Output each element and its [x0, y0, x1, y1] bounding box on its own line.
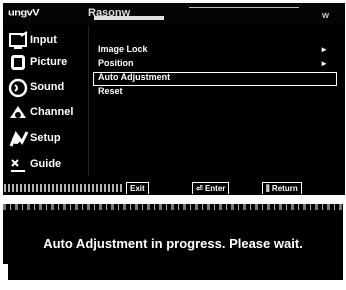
header-rule	[189, 7, 299, 8]
input-icon	[8, 30, 30, 52]
category-guide-label: Guide	[30, 158, 62, 170]
category-sound-label: Sound	[30, 81, 65, 93]
menu-item-label: Position	[98, 58, 134, 68]
menu-item-position[interactable]: Position ►	[94, 58, 336, 71]
category-picture-label: Picture	[30, 56, 68, 68]
menu-item-label: Image Lock	[98, 44, 148, 54]
osd-header-right-text: w	[322, 10, 330, 20]
return-icon: ⫼	[266, 184, 270, 193]
enter-button-label: Enter	[204, 184, 226, 193]
header-bar	[94, 16, 164, 20]
setup-icon	[8, 128, 30, 150]
osd-header-left-text: ungvV	[8, 7, 40, 19]
chevron-right-icon: ►	[320, 45, 328, 54]
enter-icon: ⏎	[196, 184, 203, 193]
osd-menu-panel: ungvV Rasonw w Input Picture Sound Chann…	[3, 3, 345, 195]
menu-item-image-lock[interactable]: Image Lock ►	[94, 44, 336, 57]
osd-header: ungvV Rasonw w	[4, 4, 344, 24]
return-button[interactable]: ⫼ Return	[262, 182, 302, 194]
category-guide[interactable]: Guide	[8, 154, 90, 176]
menu-item-reset[interactable]: Reset	[94, 86, 336, 99]
category-channel-label: Channel	[30, 106, 74, 118]
message-side-mark	[3, 264, 8, 280]
guide-icon	[8, 154, 30, 176]
picture-icon	[8, 52, 30, 74]
category-sound[interactable]: Sound	[8, 77, 90, 99]
sound-icon	[8, 77, 30, 99]
category-setup[interactable]: Setup	[8, 128, 90, 150]
menu-item-label: Reset	[98, 86, 123, 96]
category-input-label: Input	[30, 34, 57, 46]
menu-item-label: Auto Adjustment	[98, 72, 171, 82]
category-picture[interactable]: Picture	[8, 52, 90, 74]
progress-message: Auto Adjustment in progress. Please wait…	[43, 236, 303, 251]
category-input[interactable]: Input	[8, 30, 90, 52]
message-bar-noise	[3, 204, 343, 210]
category-channel[interactable]: Channel	[8, 102, 90, 124]
category-list: Input Picture Sound Channel Setup Guide	[4, 30, 88, 180]
exit-button[interactable]: Exit	[126, 182, 149, 194]
menu-item-auto-adjustment[interactable]: Auto Adjustment	[93, 72, 337, 86]
channel-icon	[8, 102, 30, 124]
return-button-label: Return	[271, 184, 298, 193]
exit-button-label: Exit	[130, 184, 145, 193]
enter-button[interactable]: ⏎ Enter	[192, 182, 230, 194]
status-message-bar: Auto Adjustment in progress. Please wait…	[3, 204, 343, 280]
footer-noise-strip	[4, 184, 124, 192]
chevron-right-icon: ►	[320, 59, 328, 68]
category-setup-label: Setup	[30, 132, 61, 144]
